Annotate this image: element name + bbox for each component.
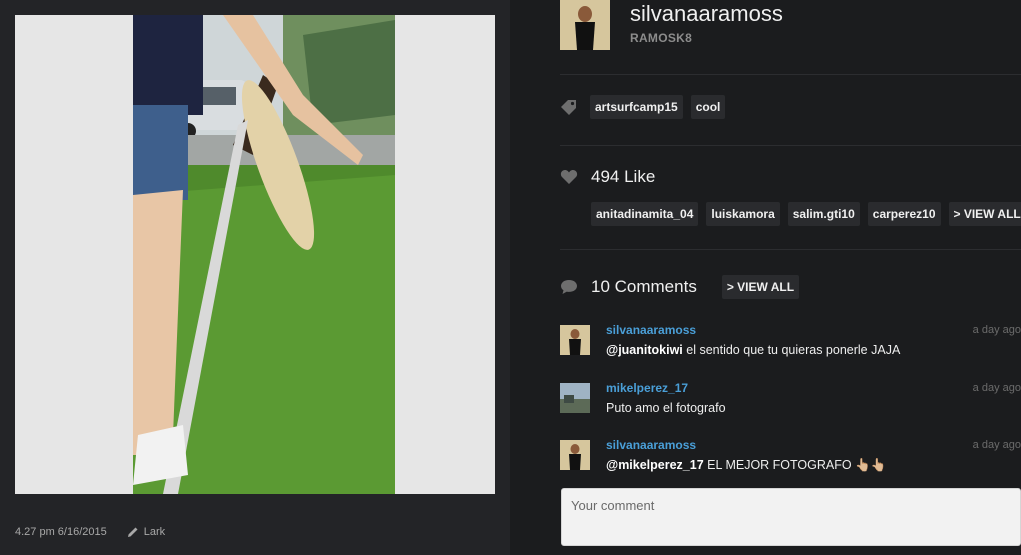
user-header: silvanaaramoss RAMOSK8 (560, 0, 783, 52)
post-photo[interactable] (133, 15, 395, 494)
comment-body: EL MEJOR FOTOGRAFO 👆🏼👆🏼 (703, 458, 887, 472)
comment-author[interactable]: mikelperez_17 (606, 381, 688, 395)
avatar[interactable] (560, 440, 590, 470)
comment-text: @juanitokiwi el sentido que tu quieras p… (606, 343, 900, 357)
divider (560, 74, 1021, 75)
comment-time: a day ago (972, 382, 1021, 394)
view-all-likes-button[interactable]: > VIEW ALL (948, 202, 1021, 226)
comment-mention[interactable]: @juanitokiwi (606, 343, 683, 357)
tags-section: artsurfcamp15 cool (560, 95, 733, 119)
comment-item: mikelperez_17 a day ago Puto amo el foto… (560, 381, 1021, 425)
speech-bubble-icon (561, 280, 577, 294)
comment-time: a day ago (972, 439, 1021, 451)
photo-frame (15, 15, 495, 494)
comment-body: Puto amo el fotografo (606, 401, 726, 415)
heart-icon[interactable] (560, 169, 578, 185)
comment-count: 10 Comments (591, 277, 697, 296)
likes-header: 494 Like (560, 167, 655, 187)
liker-chip[interactable]: anitadinamita_04 (591, 202, 699, 226)
tag-chip[interactable]: artsurfcamp15 (590, 95, 683, 119)
comment-text: Puto amo el fotografo (606, 401, 726, 415)
tag-icon (561, 100, 576, 115)
liker-chip[interactable]: luiskamora (706, 202, 780, 226)
liker-chip[interactable]: salim.gti10 (787, 202, 860, 226)
comment-item: silvanaaramoss a day ago @mikelperez_17 … (560, 438, 1021, 482)
comments-header: 10 Comments > VIEW ALL (560, 275, 807, 299)
comment-item: silvanaaramoss a day ago @juanitokiwi el… (560, 323, 1021, 367)
filter-name: Lark (143, 526, 166, 538)
comment-author[interactable]: silvanaaramoss (606, 438, 696, 452)
liker-chip[interactable]: carperez10 (867, 202, 941, 226)
comment-mention[interactable]: @mikelperez_17 (606, 458, 704, 472)
tag-chip[interactable]: cool (690, 95, 726, 119)
photo-pane: 4.27 pm 6/16/2015 Lark (0, 0, 510, 555)
avatar[interactable] (560, 383, 590, 413)
username[interactable]: silvanaaramoss (630, 1, 783, 27)
comment-text: @mikelperez_17 EL MEJOR FOTOGRAFO 👆🏼👆🏼 (606, 458, 886, 473)
comment-time: a day ago (972, 324, 1021, 336)
post-timestamp: 4.27 pm 6/16/2015 (15, 526, 107, 538)
comment-body: el sentido que tu quieras ponerle JAJA (682, 343, 901, 357)
likers-list: anitadinamita_04 luiskamora salim.gti10 … (591, 202, 1021, 226)
details-pane: silvanaaramoss RAMOSK8 artsurfcamp15 coo… (510, 0, 1021, 555)
avatar[interactable] (560, 0, 610, 50)
divider (560, 249, 1021, 250)
comment-author[interactable]: silvanaaramoss (606, 323, 696, 337)
user-names: silvanaaramoss RAMOSK8 (630, 0, 783, 45)
like-count: 494 Like (591, 167, 656, 186)
view-all-comments-button[interactable]: > VIEW ALL (721, 275, 800, 299)
divider (560, 145, 1021, 146)
filter-info: Lark (127, 526, 165, 538)
pencil-icon (127, 527, 138, 537)
full-name: RAMOSK8 (630, 31, 693, 45)
comment-input[interactable] (561, 488, 1021, 546)
post-meta: 4.27 pm 6/16/2015 Lark (15, 526, 165, 538)
avatar[interactable] (560, 325, 590, 355)
